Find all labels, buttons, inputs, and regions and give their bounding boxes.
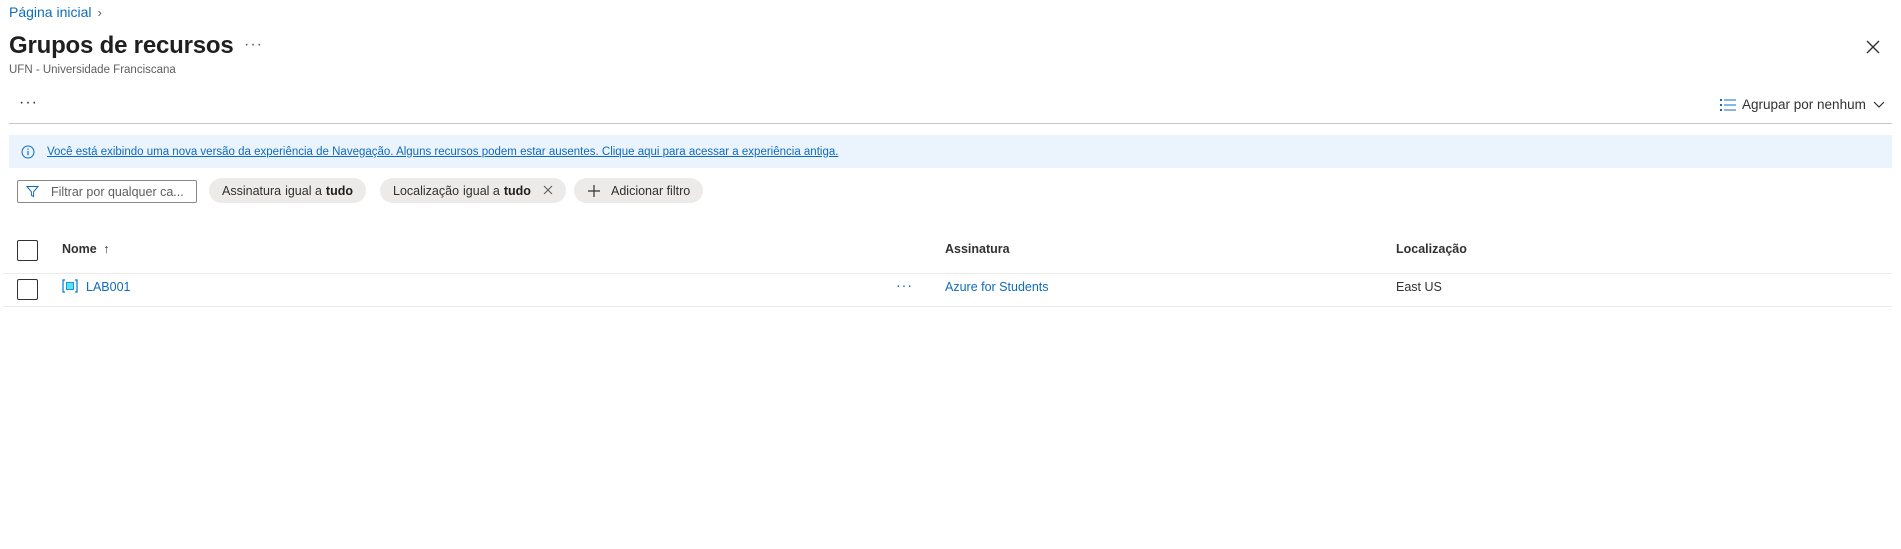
filter-search-input[interactable] — [49, 183, 193, 200]
groupby-label: Agrupar por nenhum — [1742, 97, 1866, 112]
column-header-name[interactable]: Nome ↑ — [62, 242, 109, 256]
row-divider — [3, 306, 1892, 307]
plus-icon — [588, 184, 600, 197]
breadcrumb: Página inicial › — [9, 4, 102, 20]
page-title: Grupos de recursos — [9, 32, 234, 59]
select-all-checkbox[interactable] — [17, 240, 38, 261]
remove-filter-icon[interactable] — [543, 183, 553, 198]
toolbar-more-button[interactable]: ··· — [19, 94, 38, 112]
page-subtitle: UFN - Universidade Franciscana — [9, 64, 176, 76]
subscription-filter-pill[interactable]: Assinatura igual a tudo — [209, 178, 366, 203]
location-filter-op: igual a — [463, 183, 500, 198]
banner-message-link[interactable]: Você está exibindo uma nova versão da ex… — [47, 146, 838, 158]
row-more-button[interactable]: ··· — [896, 277, 913, 293]
column-name-label: Nome — [62, 242, 97, 256]
breadcrumb-separator: › — [97, 4, 102, 20]
column-header-subscription[interactable]: Assinatura — [945, 242, 1010, 256]
close-button[interactable] — [1862, 36, 1884, 58]
filter-search-box[interactable] — [17, 180, 197, 203]
info-banner: Você está exibindo uma nova versão da ex… — [9, 135, 1892, 168]
location-cell: East US — [1396, 280, 1442, 294]
chevron-down-icon — [1873, 101, 1885, 108]
header-divider — [3, 273, 1892, 274]
list-icon — [1720, 98, 1736, 111]
resource-group-link[interactable]: LAB001 — [86, 280, 130, 294]
sort-ascending-icon: ↑ — [103, 242, 110, 256]
location-filter-value: tudo — [503, 183, 531, 198]
filter-icon — [26, 186, 39, 198]
location-filter-field: Localização — [393, 183, 460, 198]
info-icon — [21, 145, 35, 158]
groupby-button[interactable]: Agrupar por nenhum — [1720, 97, 1886, 112]
close-icon — [1866, 40, 1880, 54]
column-header-location[interactable]: Localização — [1396, 242, 1467, 256]
subscription-filter-field: Assinatura — [222, 183, 282, 198]
subscription-filter-value: tudo — [325, 183, 353, 198]
row-checkbox[interactable] — [17, 279, 38, 300]
location-filter-pill[interactable]: Localização igual a tudo — [380, 178, 566, 203]
add-filter-button[interactable]: Adicionar filtro — [574, 178, 704, 203]
subscription-filter-op: igual a — [285, 183, 322, 198]
subscription-link[interactable]: Azure for Students — [945, 280, 1049, 294]
toolbar-divider — [9, 123, 1892, 124]
breadcrumb-home-link[interactable]: Página inicial — [9, 4, 92, 20]
resource-group-icon — [62, 279, 78, 293]
title-more-button[interactable]: ··· — [244, 36, 263, 54]
add-filter-label: Adicionar filtro — [611, 183, 691, 198]
